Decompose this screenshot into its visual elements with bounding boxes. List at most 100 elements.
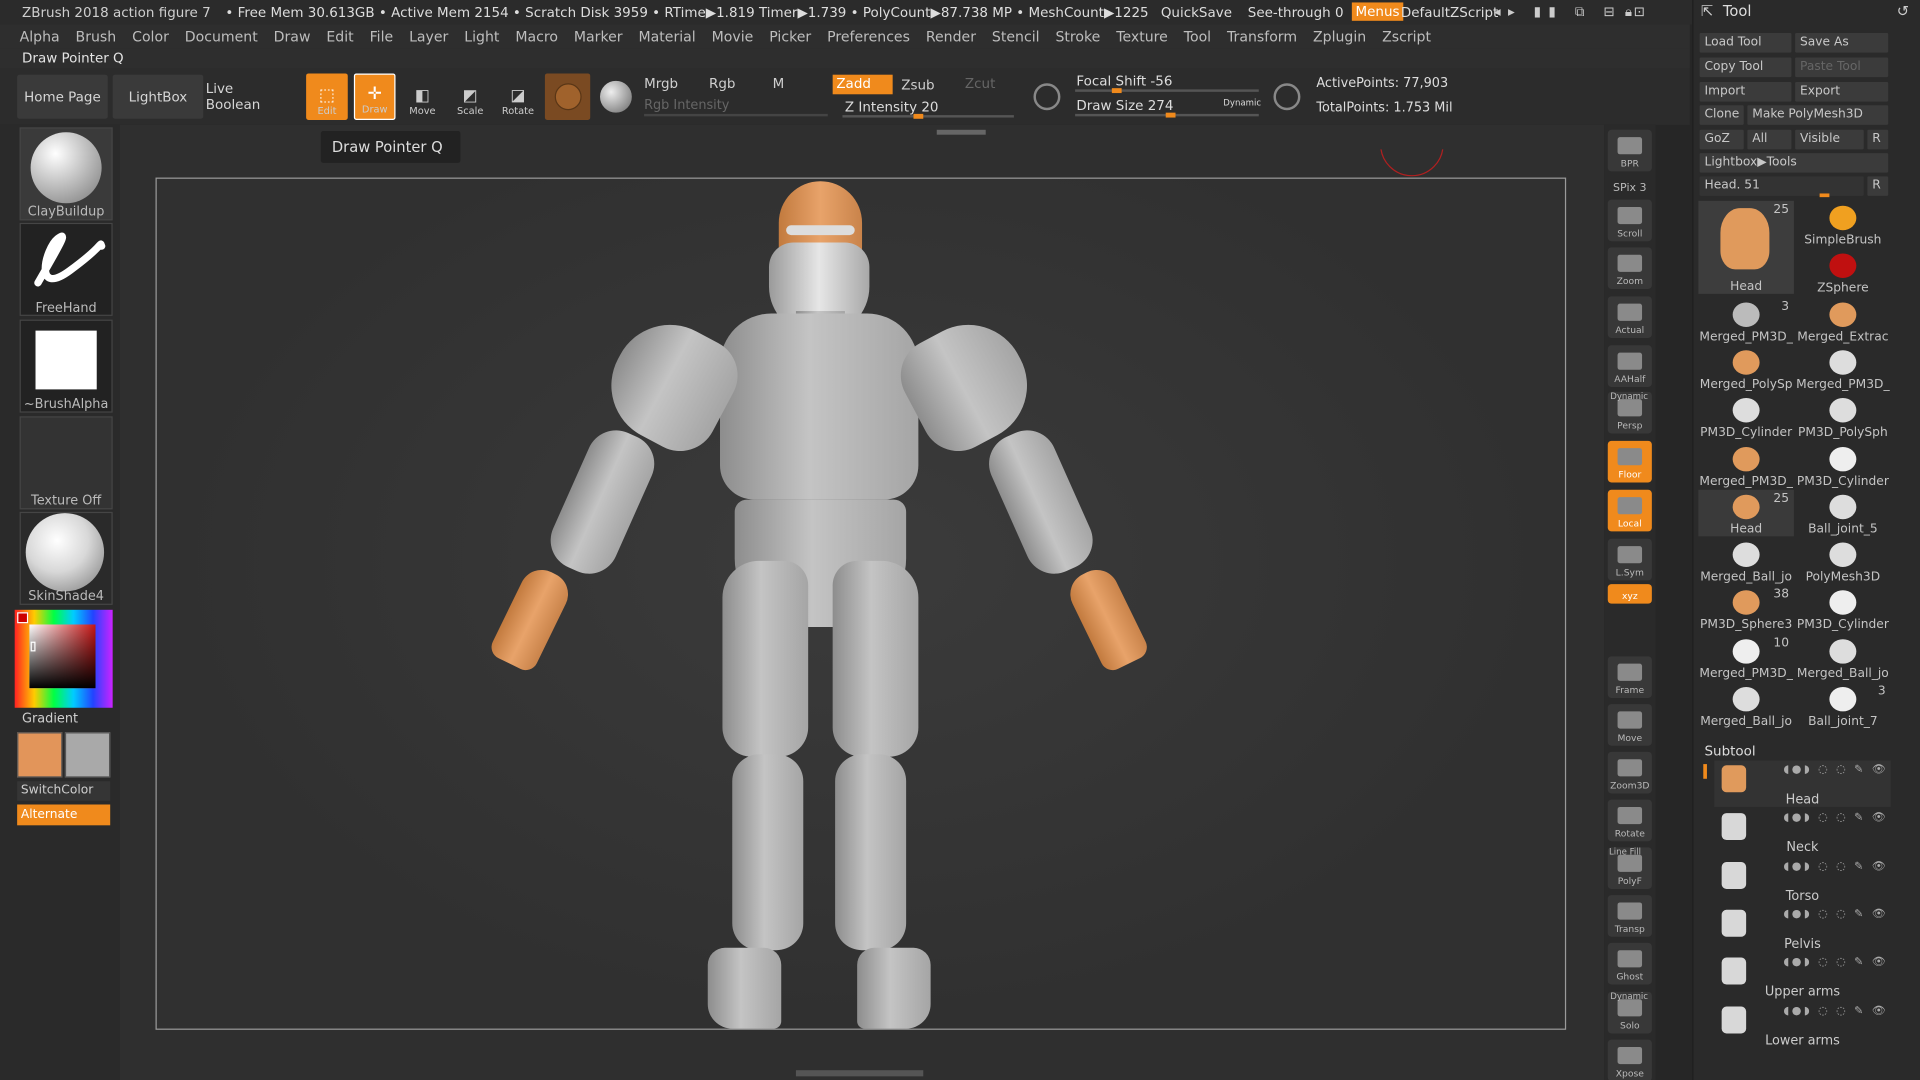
make-polymesh-button[interactable]: Make PolyMesh3D: [1747, 105, 1889, 125]
gradient-label[interactable]: Gradient: [22, 711, 78, 726]
menu-picker[interactable]: Picker: [769, 28, 811, 45]
menu-transform[interactable]: Transform: [1227, 28, 1297, 45]
menu-brush[interactable]: Brush: [76, 28, 117, 45]
menu-movie[interactable]: Movie: [712, 28, 754, 45]
focal-shift-track[interactable]: [1075, 89, 1259, 92]
tool-item-17[interactable]: PM3D_Cylinder: [1795, 586, 1891, 632]
zoom3d-button[interactable]: Zoom3D: [1607, 751, 1652, 794]
transp-button[interactable]: Transp: [1607, 895, 1652, 937]
move-button[interactable]: ◧ Move: [402, 73, 444, 120]
tool-item-15[interactable]: PolyMesh3D: [1795, 538, 1891, 584]
quicksave-button[interactable]: QuickSave: [1161, 4, 1232, 20]
floor-button[interactable]: Floor: [1607, 440, 1652, 483]
visible-button[interactable]: Visible: [1795, 129, 1864, 150]
live-boolean-button[interactable]: Live Boolean: [206, 75, 292, 119]
subtool-visibility-icon[interactable]: ◖●◗ ◌ ◌ ✎ 👁︎: [1784, 957, 1889, 969]
scroll-button[interactable]: Scroll: [1607, 199, 1652, 242]
focal-shift-slider[interactable]: Focal Shift -56: [1076, 73, 1172, 89]
actual-button[interactable]: Actual: [1607, 296, 1652, 338]
subtool-pelvis[interactable]: ◖●◗ ◌ ◌ ✎ 👁︎ Pelvis: [1714, 905, 1890, 951]
draw-size-icon[interactable]: [1273, 83, 1301, 111]
seethrough-slider[interactable]: See-through 0: [1248, 4, 1344, 20]
all-button[interactable]: All: [1747, 129, 1792, 150]
menu-macro[interactable]: Macro: [515, 28, 558, 45]
tool-item-8[interactable]: PM3D_Cylinder: [1698, 393, 1794, 440]
lightbox-tools-button[interactable]: Lightbox▶Tools: [1699, 153, 1889, 173]
menu-zplugin[interactable]: Zplugin: [1313, 28, 1366, 45]
scale-button[interactable]: ◩ Scale: [449, 73, 491, 120]
menu-stroke[interactable]: Stroke: [1055, 28, 1100, 45]
goz-button[interactable]: GoZ: [1699, 129, 1744, 150]
menu-alpha[interactable]: Alpha: [20, 28, 60, 45]
tool-item-10[interactable]: Merged_PM3D_: [1698, 441, 1794, 488]
tool-item-1[interactable]: SimpleBrush: [1795, 201, 1891, 247]
secondary-color-swatch[interactable]: [64, 732, 111, 778]
canvas-bottom-handle[interactable]: [795, 1070, 924, 1077]
zcut-button[interactable]: Zcut: [965, 76, 995, 92]
zadd-button[interactable]: Zadd: [832, 74, 893, 95]
mrgb-button[interactable]: Mrgb: [644, 76, 678, 92]
menu-stencil[interactable]: Stencil: [992, 28, 1040, 45]
main-color-swatch[interactable]: [17, 732, 63, 778]
draw-size-knob[interactable]: [1165, 112, 1176, 118]
menu-zscript[interactable]: Zscript: [1382, 28, 1431, 45]
material-swatch[interactable]: [544, 73, 591, 121]
lightbox-button[interactable]: LightBox: [112, 74, 204, 119]
tool-item-16[interactable]: 38 PM3D_Sphere3: [1698, 586, 1794, 632]
ghost-button[interactable]: Ghost: [1607, 942, 1652, 985]
paste-tool-button[interactable]: Paste Tool: [1795, 57, 1889, 78]
export-button[interactable]: Export: [1795, 82, 1889, 102]
menu-document[interactable]: Document: [185, 28, 258, 45]
current-tool-slider[interactable]: Head. 51: [1699, 176, 1864, 196]
spix3-button[interactable]: SPix 3: [1608, 178, 1652, 198]
switchcolor-button[interactable]: SwitchColor: [17, 781, 111, 801]
tool-item-0[interactable]: 25 Head: [1698, 200, 1794, 294]
tool-item-6[interactable]: Merged_PolySp: [1698, 345, 1794, 392]
stroke-sphere-icon[interactable]: [600, 80, 632, 113]
xpose-button[interactable]: Xpose: [1607, 1039, 1652, 1080]
tool-item-5[interactable]: Merged_Extrac: [1795, 297, 1891, 344]
menu-texture[interactable]: Texture: [1116, 28, 1168, 45]
bpr-button[interactable]: BPR: [1607, 129, 1652, 172]
tool-item-20[interactable]: Merged_Ball_jo: [1698, 682, 1794, 729]
tool-item-18[interactable]: 10 Merged_PM3D_: [1698, 634, 1794, 680]
lock-icon[interactable]: 🔒︎: [1625, 4, 1632, 21]
local-button[interactable]: Local: [1607, 489, 1652, 532]
alternate-button[interactable]: Alternate: [17, 804, 111, 826]
subtool-visibility-icon[interactable]: ◖●◗ ◌ ◌ ✎ 👁︎: [1784, 764, 1889, 776]
subtool-title[interactable]: Subtool: [1705, 743, 1756, 759]
subtool-visibility-icon[interactable]: ◖●◗ ◌ ◌ ✎ 👁︎: [1784, 860, 1889, 872]
subtool-visibility-icon[interactable]: ◖●◗ ◌ ◌ ✎ 👁︎: [1784, 1005, 1889, 1017]
menu-preferences[interactable]: Preferences: [827, 28, 910, 45]
focal-shift-knob[interactable]: [1111, 88, 1122, 94]
rgb-intensity-track[interactable]: [644, 113, 828, 117]
color-square[interactable]: [29, 624, 96, 689]
menu-material[interactable]: Material: [639, 28, 696, 45]
rotate-button[interactable]: Rotate: [1607, 799, 1652, 842]
menu-edit[interactable]: Edit: [326, 28, 353, 45]
dynamic-toggle[interactable]: Dynamic: [1223, 98, 1261, 108]
move-button[interactable]: Move: [1607, 704, 1652, 746]
subtool-visibility-icon[interactable]: ◖●◗ ◌ ◌ ✎ 👁︎: [1784, 812, 1889, 824]
tool-item-9[interactable]: PM3D_PolySph: [1795, 393, 1891, 440]
tool-item-12[interactable]: 25 Head: [1698, 489, 1794, 537]
menu-color[interactable]: Color: [132, 28, 169, 45]
z-intensity-track[interactable]: [842, 115, 1014, 118]
canvas-scroll-handle[interactable]: [936, 129, 986, 135]
rotate-button[interactable]: ◪ Rotate: [497, 73, 539, 120]
clone-button[interactable]: Clone: [1699, 105, 1744, 125]
menu-light[interactable]: Light: [464, 28, 499, 45]
focal-shift-icon[interactable]: [1033, 83, 1061, 111]
lsym-button[interactable]: L.Sym: [1607, 538, 1652, 581]
z-intensity-slider[interactable]: Z Intensity 20: [845, 99, 939, 115]
menu-tool[interactable]: Tool: [1184, 28, 1211, 45]
zsub-button[interactable]: Zsub: [901, 77, 934, 93]
aahalf-button[interactable]: AAHalf: [1607, 345, 1652, 387]
tool-item-13[interactable]: Ball_joint_5: [1795, 490, 1891, 536]
load-tool-button[interactable]: Load Tool: [1699, 33, 1792, 53]
menu-file[interactable]: File: [370, 28, 394, 45]
r-button[interactable]: R: [1867, 129, 1889, 150]
tool-item-19[interactable]: Merged_Ball_jo: [1795, 634, 1891, 680]
tool-item-7[interactable]: Merged_PM3D_: [1795, 345, 1891, 392]
zoom-button[interactable]: Zoom: [1607, 247, 1652, 289]
